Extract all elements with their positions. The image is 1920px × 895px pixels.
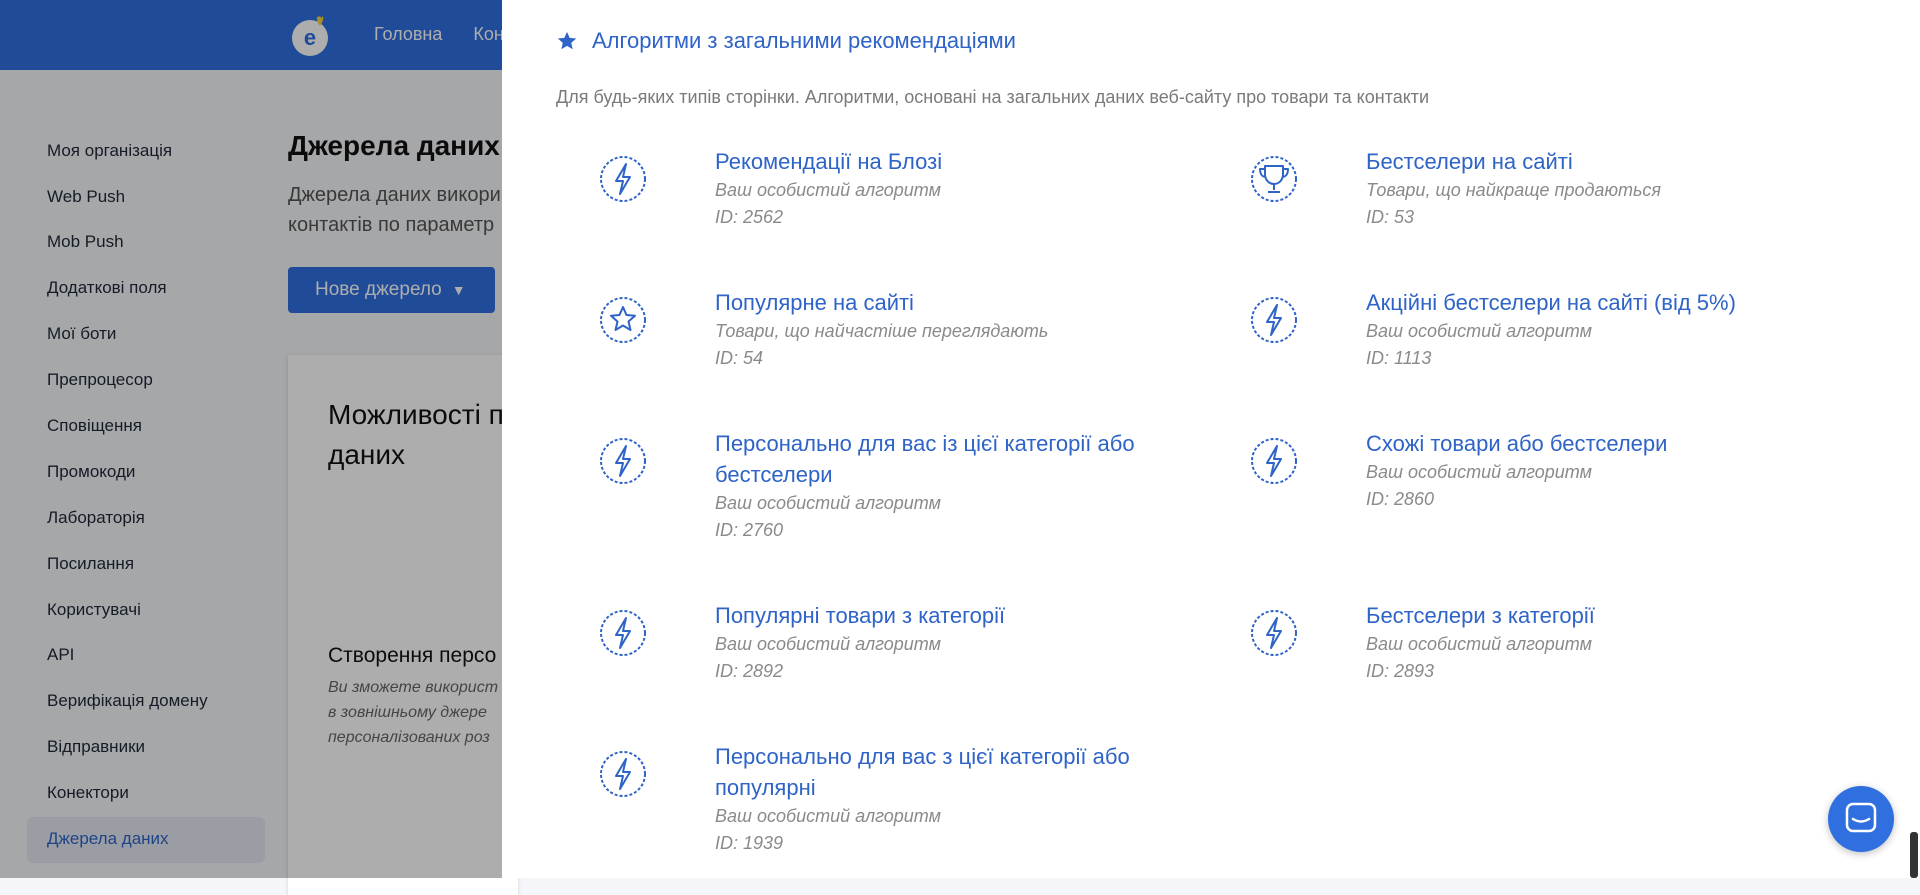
scrollbar-thumb[interactable] [1910,832,1918,878]
lightning-badge-icon [1251,297,1297,343]
algorithm-subtitle: Ваш особистий алгоритм [1366,634,1592,654]
algorithm-title[interactable]: Рекомендації на Блозі Ваш особистий алго… [715,146,1155,231]
algorithm-title-text[interactable]: Бестселери з категорії [1366,600,1806,631]
algorithm-title[interactable]: Популярне на сайті Товари, що найчастіше… [715,287,1155,372]
algorithms-panel: Алгоритми з загальними рекомендаціями Дл… [502,0,1920,878]
algorithm-title-text[interactable]: Бестселери на сайті [1366,146,1806,177]
algorithm-id: ID: 2760 [715,520,784,540]
lightning-badge-icon [600,751,646,797]
section-title: Алгоритми з загальними рекомендаціями [592,28,1016,53]
algorithm-title-text[interactable]: Акційні бестселери на сайті (від 5%) [1366,287,1806,318]
lightning-badge-icon [1251,610,1297,656]
trophy-badge-icon [1251,156,1297,202]
algorithm-subtitle: Ваш особистий алгоритм [715,806,941,826]
algorithm-title[interactable]: Популярні товари з категорії Ваш особист… [715,600,1155,685]
algorithm-subtitle: Ваш особистий алгоритм [715,180,941,200]
star-icon [557,31,577,50]
algorithm-title-text[interactable]: Персонально для вас із цієї категорії аб… [715,428,1155,490]
algorithm-id: ID: 1939 [715,833,784,853]
section-header: Алгоритми з загальними рекомендаціями [556,28,1016,54]
algorithm-id: ID: 1113 [1366,348,1432,368]
lightning-badge-icon [600,156,646,202]
algorithm-title[interactable]: Персонально для вас із цієї категорії аб… [715,428,1155,544]
algorithm-subtitle: Товари, що найкраще продаються [1366,180,1662,200]
algorithm-title-text[interactable]: Схожі товари або бестселери [1366,428,1806,459]
algorithm-title-text[interactable]: Популярні товари з категорії [715,600,1155,631]
algorithm-title[interactable]: Акційні бестселери на сайті (від 5%) Ваш… [1366,287,1806,372]
section-description: Для будь-яких типів сторінки. Алгоритми,… [556,87,1430,107]
algorithm-title-text[interactable]: Персонально для вас з цієї категорії або… [715,741,1155,803]
algorithm-title-text[interactable]: Популярне на сайті [715,287,1155,318]
algorithm-id: ID: 2893 [1366,661,1435,681]
algorithm-id: ID: 2860 [1366,489,1435,509]
algorithm-subtitle: Ваш особистий алгоритм [715,634,941,654]
algorithm-subtitle: Ваш особистий алгоритм [1366,462,1592,482]
algorithm-title[interactable]: Схожі товари або бестселери Ваш особисти… [1366,428,1806,513]
star-badge-icon [600,297,646,343]
algorithm-subtitle: Ваш особистий алгоритм [1366,321,1592,341]
algorithm-subtitle: Товари, що найчастіше переглядають [715,321,1049,341]
lightning-badge-icon [600,438,646,484]
algorithm-title-text[interactable]: Рекомендації на Блозі [715,146,1155,177]
chat-button[interactable] [1828,786,1894,852]
algorithm-id: ID: 2892 [715,661,784,681]
algorithm-id: ID: 53 [1366,207,1415,227]
algorithm-title[interactable]: Бестселери на сайті Товари, що найкраще … [1366,146,1806,231]
lightning-badge-icon [600,610,646,656]
algorithm-subtitle: Ваш особистий алгоритм [715,493,941,513]
algorithm-id: ID: 2562 [715,207,784,227]
chat-icon [1845,802,1877,833]
algorithm-id: ID: 54 [715,348,764,368]
algorithm-title[interactable]: Персонально для вас з цієї категорії або… [715,741,1155,857]
algorithm-title[interactable]: Бестселери з категорії Ваш особистий алг… [1366,600,1806,685]
lightning-badge-icon [1251,438,1297,484]
